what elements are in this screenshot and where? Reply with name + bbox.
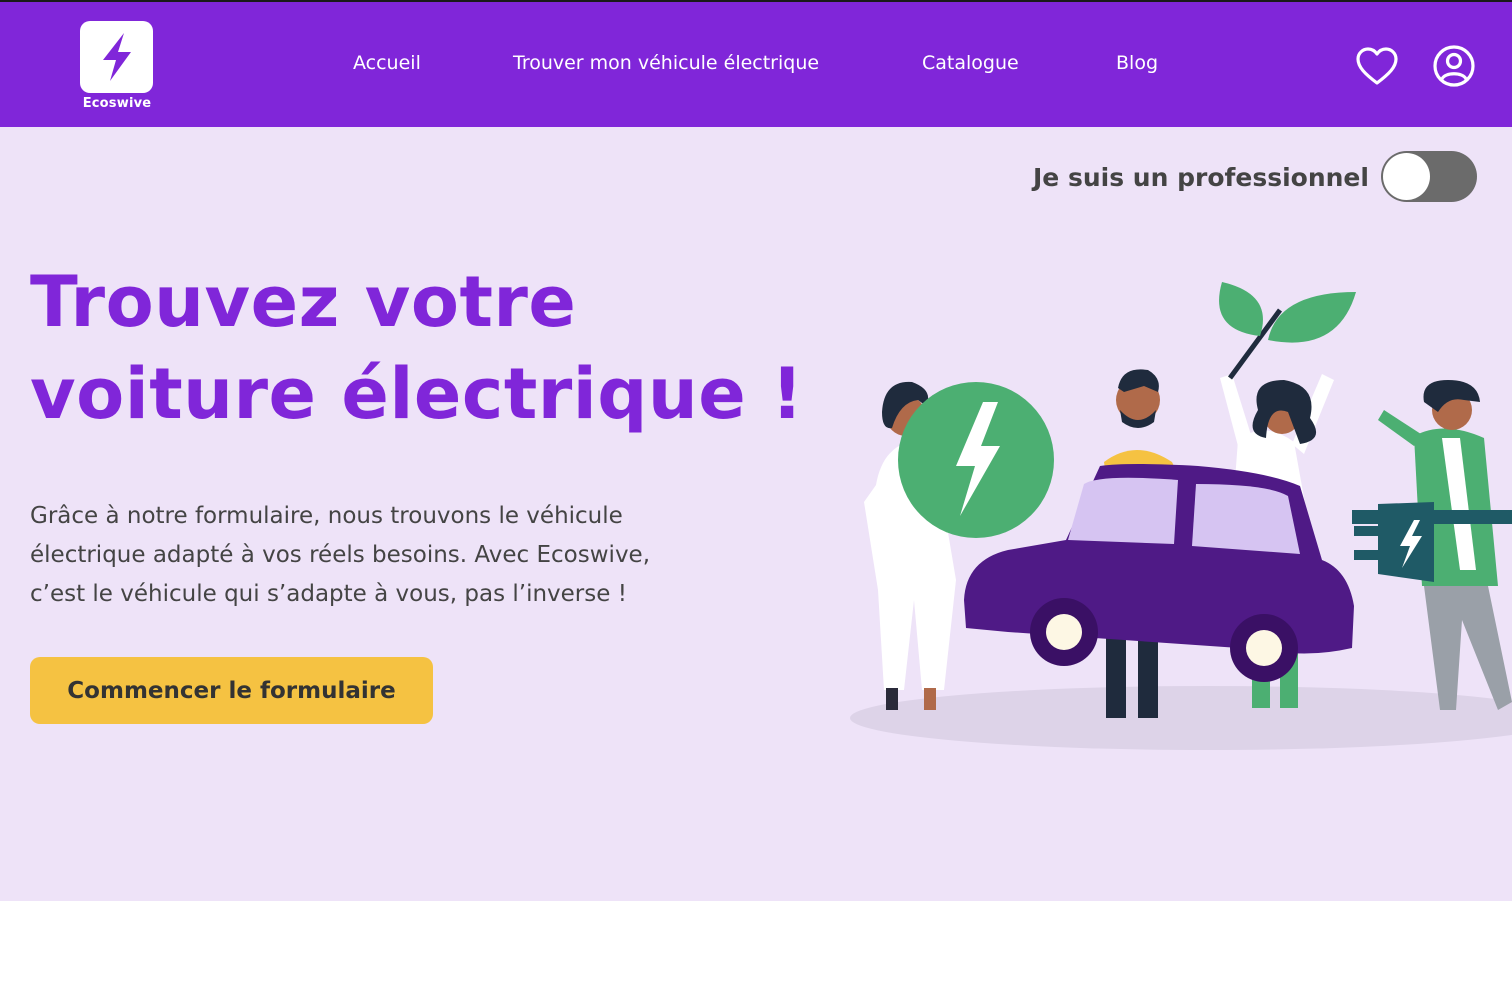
person-with-energy-badge (864, 381, 1054, 710)
toggle-knob (1383, 153, 1430, 200)
hero-illustration (850, 282, 1512, 750)
person-with-charging-plug (1352, 380, 1512, 710)
favorites-button[interactable] (1355, 44, 1399, 88)
hero-description-line-2: électrique adapté à vos réels besoins. A… (30, 542, 651, 568)
user-circle-icon (1433, 45, 1475, 87)
account-button[interactable] (1432, 44, 1476, 88)
top-navbar: Ecoswive Accueil Trouver mon véhicule él… (0, 0, 1512, 127)
start-form-button[interactable]: Commencer le formulaire (30, 657, 433, 724)
brand-name: Ecoswive (82, 96, 152, 111)
logo-tile (80, 21, 153, 93)
hero-description-line-1: Grâce à notre formulaire, nous trouvons … (30, 503, 623, 529)
nav-link-blog[interactable]: Blog (1116, 52, 1158, 74)
hero-description: Grâce à notre formulaire, nous trouvons … (30, 497, 750, 614)
pro-toggle-switch[interactable] (1381, 151, 1477, 202)
hero-title-line-2: voiture électrique ! (30, 353, 804, 435)
pro-toggle-label: Je suis un professionnel (1033, 163, 1369, 192)
hero-description-line-3: c’est le véhicule qui s’adapte à vous, p… (30, 581, 627, 607)
lightning-bolt-icon (102, 33, 131, 81)
nav-link-trouver-vehicule[interactable]: Trouver mon véhicule électrique (513, 52, 819, 74)
hero-title-line-1: Trouvez votre (30, 261, 577, 343)
brand-logo[interactable]: Ecoswive (80, 21, 154, 119)
nav-link-accueil[interactable]: Accueil (353, 52, 421, 74)
heart-icon (1356, 47, 1398, 85)
hero-title: Trouvez votre voiture électrique ! (30, 256, 830, 440)
nav-link-catalogue[interactable]: Catalogue (922, 52, 1019, 74)
